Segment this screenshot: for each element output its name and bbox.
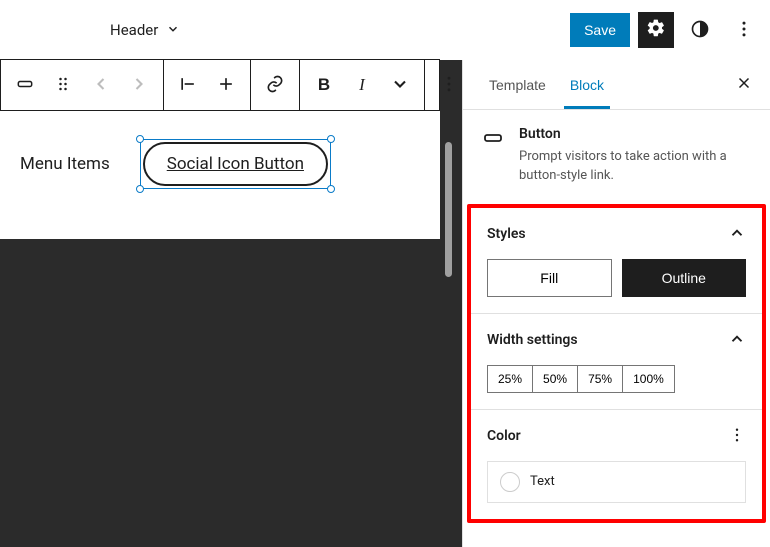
main: B I Menu Items Social Icon Button bbox=[0, 60, 770, 547]
chevron-down-icon bbox=[390, 74, 410, 97]
doc-title: Header bbox=[110, 21, 158, 39]
topbar: Header Save bbox=[0, 0, 770, 60]
align-left-button[interactable] bbox=[172, 69, 204, 101]
block-description: Prompt visitors to take action with a bu… bbox=[519, 148, 752, 186]
styles-button[interactable] bbox=[682, 12, 718, 48]
tab-template[interactable]: Template bbox=[477, 60, 558, 109]
block-toolbar: B I bbox=[0, 59, 440, 111]
italic-button[interactable]: I bbox=[346, 69, 378, 101]
tab-block[interactable]: Block bbox=[558, 60, 616, 109]
chevron-left-icon bbox=[91, 74, 111, 97]
color-label: Text bbox=[530, 474, 555, 489]
more-vertical-icon bbox=[728, 426, 746, 447]
panel-styles: Styles Fill Outline bbox=[471, 208, 762, 314]
close-sidebar-button[interactable] bbox=[732, 73, 756, 97]
move-down-button[interactable] bbox=[123, 69, 155, 101]
resize-handle[interactable] bbox=[136, 135, 144, 143]
link-button[interactable] bbox=[259, 69, 291, 101]
canvas-inner: B I Menu Items Social Icon Button bbox=[0, 59, 440, 239]
block-more-button[interactable] bbox=[433, 69, 465, 101]
panel-width: Width settings 25% 50% 75% 100% bbox=[471, 314, 762, 410]
color-options-button[interactable] bbox=[728, 426, 746, 447]
canvas: B I Menu Items Social Icon Button bbox=[0, 60, 462, 547]
canvas-content[interactable]: Menu Items Social Icon Button bbox=[0, 111, 440, 239]
panel-toggle[interactable] bbox=[728, 330, 746, 351]
more-vertical-icon bbox=[439, 74, 459, 97]
drag-handle[interactable] bbox=[47, 69, 79, 101]
sidebar: Template Block Button Prompt visitors to… bbox=[462, 60, 770, 547]
width-25-button[interactable]: 25% bbox=[487, 365, 532, 393]
menu-items-text[interactable]: Menu Items bbox=[20, 154, 110, 174]
more-format-button[interactable] bbox=[384, 69, 416, 101]
panel-title: Styles bbox=[487, 226, 526, 242]
chevron-down-icon bbox=[166, 21, 180, 40]
align-left-icon bbox=[178, 74, 198, 97]
button-block-icon bbox=[481, 126, 505, 150]
panel-title: Color bbox=[487, 428, 521, 444]
topbar-actions: Save bbox=[570, 12, 762, 48]
more-vertical-icon bbox=[734, 19, 754, 42]
chevron-up-icon bbox=[728, 224, 746, 245]
resize-handle[interactable] bbox=[327, 135, 335, 143]
bold-icon: B bbox=[318, 75, 330, 95]
style-outline-button[interactable]: Outline bbox=[622, 259, 747, 297]
align-center-button[interactable] bbox=[210, 69, 242, 101]
width-75-button[interactable]: 75% bbox=[577, 365, 622, 393]
color-swatch bbox=[500, 472, 520, 492]
color-text-button[interactable]: Text bbox=[487, 461, 746, 503]
gear-icon bbox=[646, 18, 666, 42]
sidebar-tabs: Template Block bbox=[463, 60, 770, 110]
close-icon bbox=[735, 74, 753, 95]
bold-button[interactable]: B bbox=[308, 69, 340, 101]
block-type-button[interactable] bbox=[9, 69, 41, 101]
link-icon bbox=[265, 74, 285, 97]
style-fill-button[interactable]: Fill bbox=[487, 259, 612, 297]
doc-chooser[interactable]: Header bbox=[110, 21, 180, 40]
save-button[interactable]: Save bbox=[570, 13, 630, 47]
resize-handle[interactable] bbox=[327, 185, 335, 193]
button-block-icon bbox=[15, 74, 35, 97]
block-title: Button bbox=[519, 126, 752, 142]
panel-toggle[interactable] bbox=[728, 224, 746, 245]
selected-block[interactable]: Social Icon Button bbox=[140, 139, 331, 189]
chevron-up-icon bbox=[728, 330, 746, 351]
settings-panels: Styles Fill Outline Width settings 25% 5… bbox=[467, 204, 766, 523]
settings-button[interactable] bbox=[638, 12, 674, 48]
drag-icon bbox=[53, 74, 73, 97]
move-up-button[interactable] bbox=[85, 69, 117, 101]
more-button[interactable] bbox=[726, 12, 762, 48]
italic-icon: I bbox=[359, 75, 365, 95]
scrollbar-vertical[interactable] bbox=[445, 142, 452, 277]
panel-title: Width settings bbox=[487, 332, 578, 348]
panel-color: Color Text bbox=[471, 410, 762, 519]
block-info: Button Prompt visitors to take action wi… bbox=[463, 110, 770, 202]
width-100-button[interactable]: 100% bbox=[622, 365, 675, 393]
align-center-icon bbox=[216, 74, 236, 97]
width-50-button[interactable]: 50% bbox=[532, 365, 577, 393]
resize-handle[interactable] bbox=[136, 185, 144, 193]
button-block[interactable]: Social Icon Button bbox=[143, 142, 328, 186]
contrast-icon bbox=[690, 19, 710, 42]
chevron-right-icon bbox=[129, 74, 149, 97]
